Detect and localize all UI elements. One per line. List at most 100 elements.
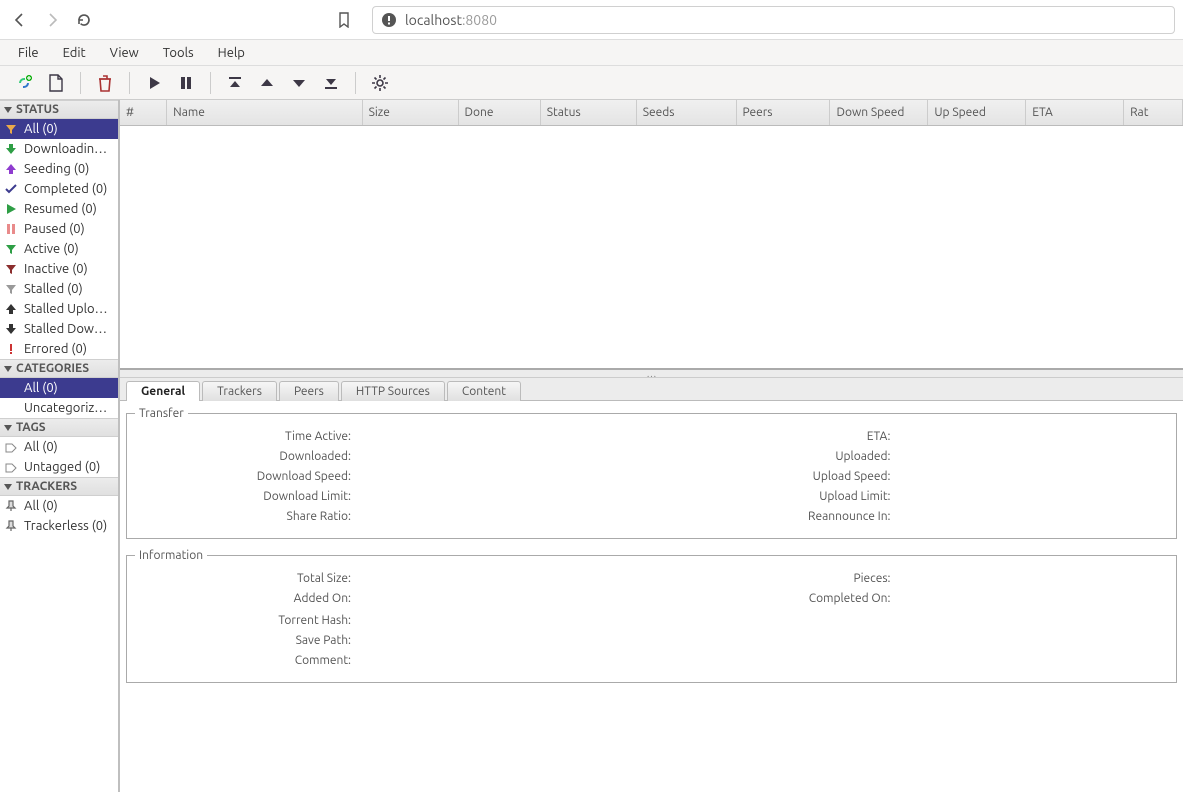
tracker-item[interactable]: All (0) <box>0 496 118 516</box>
tab-content[interactable]: Content <box>447 381 521 401</box>
sidebar-section-tags[interactable]: TAGS <box>0 418 118 437</box>
field-value <box>357 430 637 444</box>
settings-button[interactable] <box>364 68 396 98</box>
status-item[interactable]: Stalled (0) <box>0 279 118 299</box>
field-value <box>897 470 1177 484</box>
field-label: ETA: <box>637 430 897 444</box>
menu-help[interactable]: Help <box>206 42 257 64</box>
column-header[interactable]: Status <box>541 100 637 125</box>
pin-icon <box>4 519 18 533</box>
browser-url-bar[interactable]: localhost:8080 <box>372 6 1175 34</box>
pause-button[interactable] <box>170 68 202 98</box>
field-value <box>897 572 1177 586</box>
column-header[interactable]: Up Speed <box>928 100 1026 125</box>
menu-view[interactable]: View <box>98 42 151 64</box>
tab-peers[interactable]: Peers <box>279 381 339 401</box>
status-item[interactable]: All (0) <box>0 119 118 139</box>
add-torrent-link-button[interactable] <box>8 68 40 98</box>
transfer-fieldset: Transfer Time Active:ETA:Downloaded:Uplo… <box>126 407 1177 539</box>
column-header[interactable]: Seeds <box>637 100 737 125</box>
up-arrow-icon <box>4 302 18 316</box>
column-header[interactable]: Size <box>363 100 459 125</box>
collapse-icon <box>4 366 12 372</box>
column-header[interactable]: ETA <box>1026 100 1124 125</box>
filter-icon <box>4 262 18 276</box>
field-value <box>357 614 1176 628</box>
move-up-button[interactable] <box>251 68 283 98</box>
filter-icon <box>4 122 18 136</box>
column-header[interactable]: Rat <box>1124 100 1183 125</box>
field-value <box>897 430 1177 444</box>
tab-http-sources[interactable]: HTTP Sources <box>341 381 445 401</box>
sidebar-section-trackers[interactable]: TRACKERS <box>0 477 118 496</box>
tab-trackers[interactable]: Trackers <box>202 381 277 401</box>
pause-icon <box>4 222 18 236</box>
field-value <box>357 450 637 464</box>
move-down-button[interactable] <box>283 68 315 98</box>
torrent-table: #NameSizeDoneStatusSeedsPeersDown SpeedU… <box>120 100 1183 370</box>
column-header[interactable]: Done <box>459 100 541 125</box>
browser-bookmark-button[interactable] <box>332 8 356 32</box>
status-item[interactable]: Active (0) <box>0 239 118 259</box>
category-item[interactable]: All (0) <box>0 378 118 398</box>
tag-item[interactable]: Untagged (0) <box>0 457 118 477</box>
table-body[interactable] <box>120 126 1183 368</box>
tab-general[interactable]: General <box>126 381 200 401</box>
status-item[interactable]: Stalled Downlo… <box>0 319 118 339</box>
tracker-item[interactable]: Trackerless (0) <box>0 516 118 536</box>
column-header[interactable]: # <box>120 100 167 125</box>
status-item[interactable]: Stalled Uploadi… <box>0 299 118 319</box>
check-icon <box>4 182 18 196</box>
status-item[interactable]: Seeding (0) <box>0 159 118 179</box>
sidebar-item-label: Uncategorized (0) <box>24 401 114 415</box>
browser-forward-button[interactable] <box>40 8 64 32</box>
collapse-icon <box>4 425 12 431</box>
field-value <box>897 510 1177 524</box>
field-value <box>357 490 637 504</box>
column-header[interactable]: Down Speed <box>830 100 928 125</box>
browser-reload-button[interactable] <box>72 8 96 32</box>
detail-tabs: General Trackers Peers HTTP Sources Cont… <box>120 378 1183 400</box>
resume-button[interactable] <box>138 68 170 98</box>
sidebar-section-status[interactable]: STATUS <box>0 100 118 119</box>
app-toolbar <box>0 66 1183 100</box>
field-value <box>357 654 1176 668</box>
sidebar-item-label: All (0) <box>24 440 58 454</box>
tag-icon <box>4 460 18 474</box>
move-top-button[interactable] <box>219 68 251 98</box>
menu-file[interactable]: File <box>6 42 51 64</box>
category-item[interactable]: Uncategorized (0) <box>0 398 118 418</box>
horizontal-splitter[interactable]: … <box>120 370 1183 378</box>
delete-button[interactable] <box>89 68 121 98</box>
tag-item[interactable]: All (0) <box>0 437 118 457</box>
down-arrow-icon <box>4 142 18 156</box>
status-item[interactable]: Errored (0) <box>0 339 118 359</box>
field-label: Pieces: <box>637 572 897 586</box>
status-item[interactable]: Inactive (0) <box>0 259 118 279</box>
status-item[interactable]: Resumed (0) <box>0 199 118 219</box>
browser-back-button[interactable] <box>8 8 32 32</box>
content-area: #NameSizeDoneStatusSeedsPeersDown SpeedU… <box>120 100 1183 792</box>
sidebar-section-categories[interactable]: CATEGORIES <box>0 359 118 378</box>
sidebar-item-label: Downloading (0) <box>24 142 114 156</box>
pin-icon <box>4 499 18 513</box>
status-item[interactable]: Paused (0) <box>0 219 118 239</box>
column-header[interactable]: Name <box>167 100 362 125</box>
sidebar-item-label: Seeding (0) <box>24 162 89 176</box>
column-header[interactable]: Peers <box>737 100 831 125</box>
field-label: Added On: <box>127 592 357 606</box>
sidebar-item-label: Resumed (0) <box>24 202 97 216</box>
status-item[interactable]: Completed (0) <box>0 179 118 199</box>
insecure-icon <box>381 12 397 28</box>
field-label: Download Speed: <box>127 470 357 484</box>
field-label: Download Limit: <box>127 490 357 504</box>
field-label: Save Path: <box>127 634 357 648</box>
menu-tools[interactable]: Tools <box>151 42 206 64</box>
add-torrent-file-button[interactable] <box>40 68 72 98</box>
menu-edit[interactable]: Edit <box>51 42 98 64</box>
move-bottom-button[interactable] <box>315 68 347 98</box>
status-item[interactable]: Downloading (0) <box>0 139 118 159</box>
up-arrow-icon <box>4 162 18 176</box>
sidebar-item-label: Errored (0) <box>24 342 87 356</box>
information-fieldset: Information Total Size:Pieces:Added On:C… <box>126 549 1177 683</box>
